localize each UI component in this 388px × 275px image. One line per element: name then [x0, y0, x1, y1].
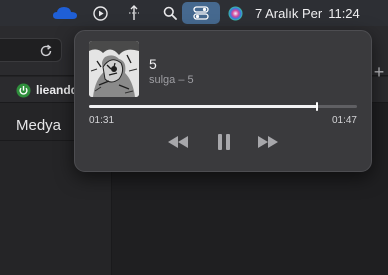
time-elapsed: 01:31 [89, 115, 115, 126]
siri-icon[interactable] [224, 0, 246, 26]
fast-forward-icon [258, 136, 278, 148]
spotlight-icon[interactable] [160, 0, 180, 26]
playback-controls [75, 130, 373, 154]
time-total: 01:47 [331, 115, 357, 126]
rewind-icon [168, 136, 188, 148]
network-icon[interactable] [124, 0, 144, 26]
tab-media-label: Medya [16, 117, 62, 134]
power-icon [16, 83, 31, 97]
now-playing-popover: 5 sulga – 5 01:31 01:47 [74, 30, 372, 172]
play-circle-icon[interactable] [90, 0, 110, 26]
pause-icon [218, 134, 230, 150]
bookmark-label: lieandd [36, 83, 79, 97]
rewind-button[interactable] [165, 130, 191, 154]
bookmark-item[interactable]: lieandd [16, 82, 78, 98]
progress-knob[interactable] [315, 102, 318, 111]
pause-button[interactable] [213, 130, 235, 154]
forward-button[interactable] [255, 130, 281, 154]
track-title: 5 [149, 56, 157, 72]
album-art[interactable] [89, 41, 139, 97]
track-artist: sulga – 5 [149, 74, 194, 86]
cloud-icon[interactable] [50, 0, 80, 26]
progress-slider[interactable] [89, 102, 357, 111]
progress-fill [89, 105, 317, 108]
clock-date: 7 Aralık Per [255, 5, 323, 21]
reload-icon[interactable] [38, 43, 54, 59]
menubar-clock[interactable]: 7 Aralık Per 11:24 [255, 4, 385, 22]
menu-bar: 7 Aralık Per 11:24 [0, 0, 388, 26]
control-center-icon[interactable] [182, 2, 220, 24]
clock-time: 11:24 [328, 5, 360, 21]
